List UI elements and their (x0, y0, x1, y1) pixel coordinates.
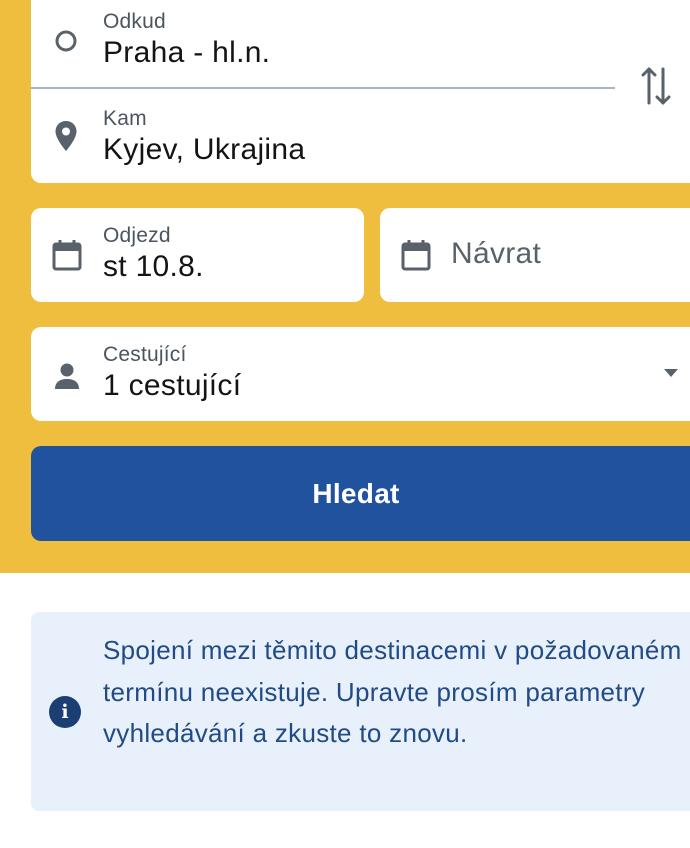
passengers-value: 1 cestující (103, 369, 242, 402)
alert-message: Spojení mezi těmito destinacemi v požado… (103, 635, 682, 748)
from-field[interactable]: Odkud Praha - hl.n. (31, 0, 615, 87)
info-icon: i (49, 696, 81, 728)
return-date-field[interactable]: Návrat (380, 208, 690, 302)
departure-date-field[interactable]: Odjezd st 10.8. (31, 208, 364, 302)
passengers-label: Cestující (103, 343, 187, 366)
passengers-select[interactable]: Cestující 1 cestující (31, 327, 690, 421)
location-pin-icon (53, 119, 79, 153)
calendar-icon (51, 238, 83, 272)
return-placeholder: Návrat (451, 237, 542, 270)
to-label: Kam (103, 107, 147, 130)
no-connection-alert: i Spojení mezi těmito destinacemi v poža… (31, 612, 690, 811)
to-value: Kyjev, Ukrajina (103, 133, 306, 166)
person-icon (53, 361, 81, 391)
caret-down-icon (663, 368, 679, 378)
departure-label: Odjezd (103, 224, 171, 247)
to-field[interactable]: Kam Kyjev, Ukrajina (31, 89, 690, 183)
departure-value: st 10.8. (103, 250, 204, 283)
from-value: Praha - hl.n. (103, 36, 271, 69)
search-button-label: Hledat (312, 477, 400, 509)
search-button[interactable]: Hledat (31, 446, 690, 541)
from-label: Odkud (103, 10, 166, 33)
calendar-icon (400, 238, 432, 272)
circle-outline-icon (53, 28, 79, 54)
